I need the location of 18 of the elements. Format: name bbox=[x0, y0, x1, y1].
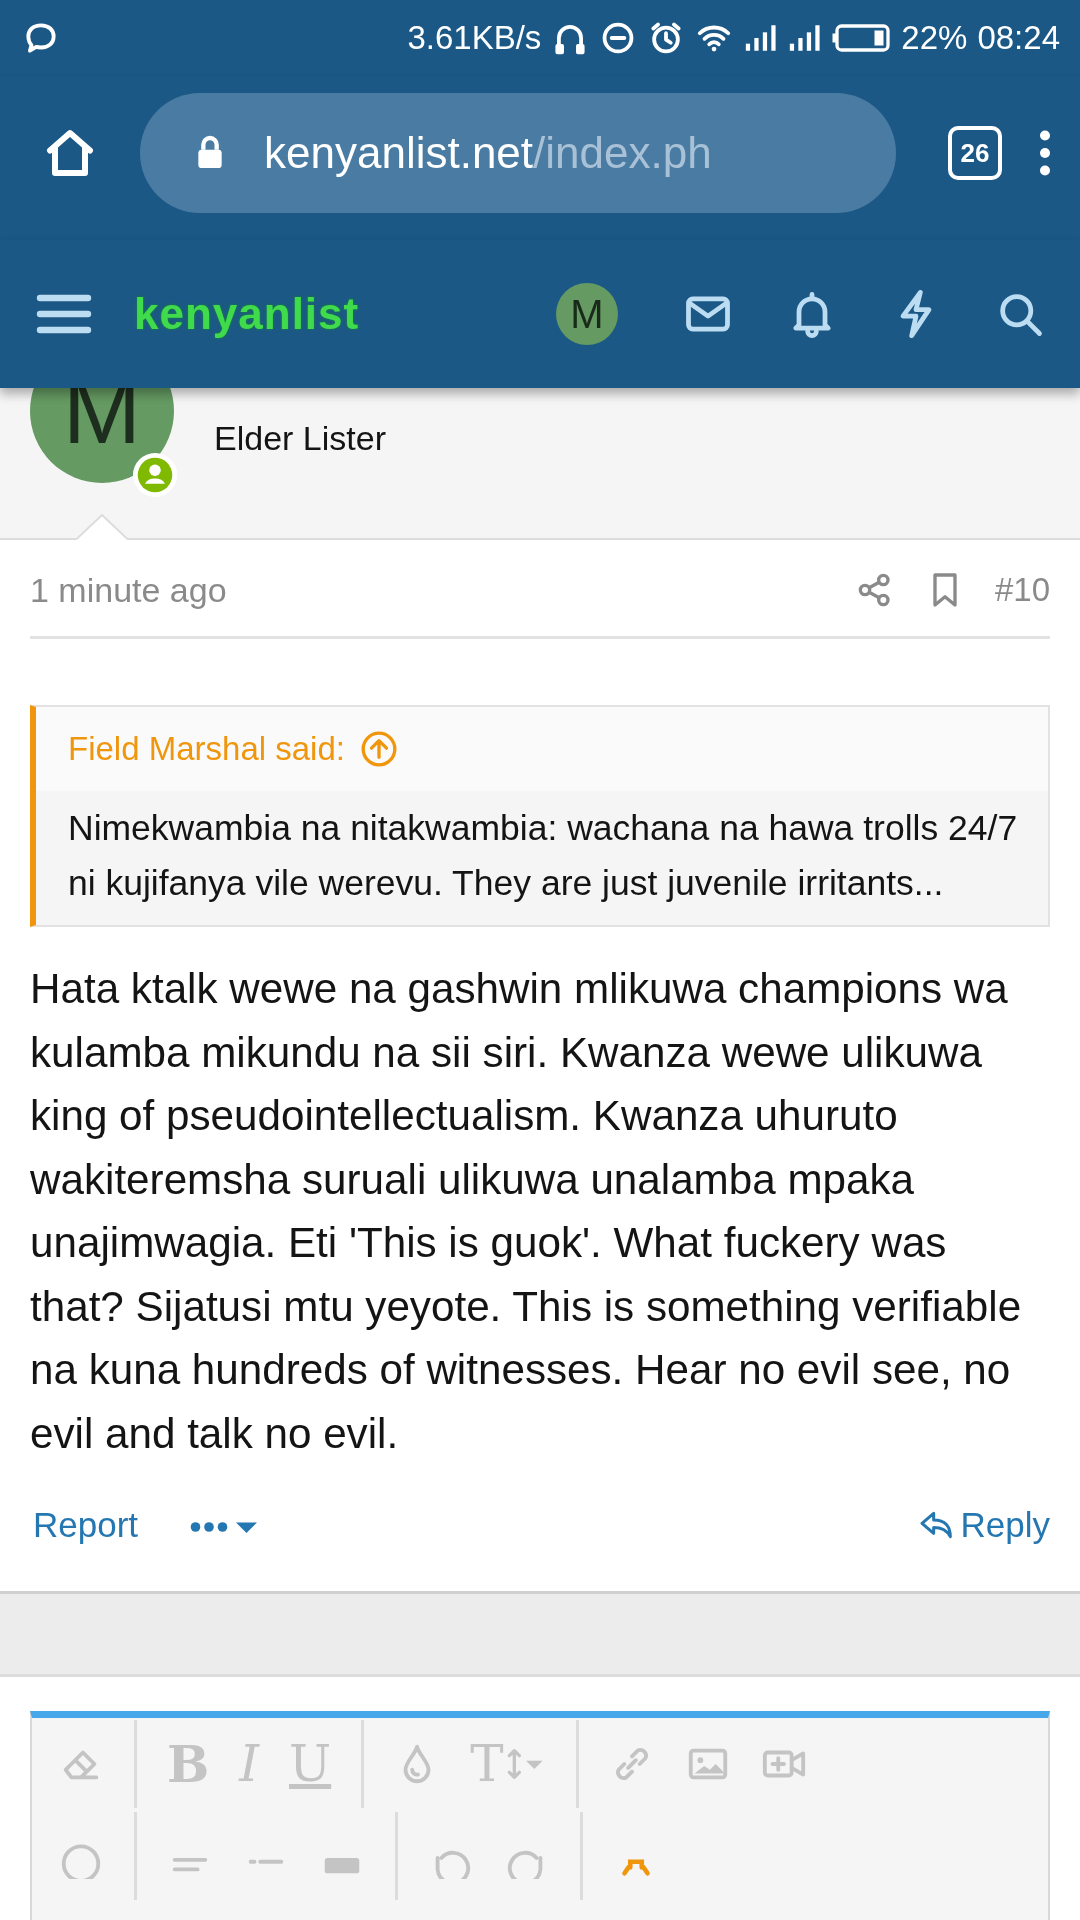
site-logo[interactable]: kenyanlist bbox=[134, 289, 360, 339]
report-link[interactable]: Report bbox=[33, 1505, 139, 1545]
network-speed: 3.61KB/s bbox=[407, 19, 542, 57]
address-bar[interactable]: kenyanlist.net/index.ph bbox=[140, 93, 896, 213]
battery-icon bbox=[831, 23, 892, 53]
url-text: kenyanlist.net/index.ph bbox=[264, 128, 712, 178]
user-title: Elder Lister bbox=[214, 419, 386, 458]
post-text: Hata ktalk wewe na gashwin mlikuwa champions wa kulamba mikundu na sii siri. Kwanza wewe ulikuwa king of pseudointellectualism. Kwanza uhuruto wakiteremsha suruali ulikuwa unalamba mpaka unajimwagia. Eti 'This is guok'. What fuckery was that? Sijatusi mtu yeyote. This is something verifiable na kuna hundreds of witnesses. Hear no evil see, no evil and talk no evil. bbox=[30, 964, 1023, 1459]
quote-author-link[interactable]: Field Marshal said: bbox=[68, 730, 345, 768]
more-options-icon[interactable] bbox=[1038, 128, 1052, 178]
battery-percent: 22% bbox=[901, 19, 968, 57]
post-time[interactable]: 1 minute ago bbox=[30, 570, 227, 610]
tab-count-button[interactable]: 26 bbox=[948, 126, 1002, 180]
user-avatar[interactable]: M bbox=[556, 283, 618, 345]
post-number-link[interactable]: #10 bbox=[994, 571, 1050, 609]
reply-link[interactable]: Reply bbox=[916, 1505, 1050, 1545]
quote-text: Nimekwambia na nitakwambia: wachana na hawa trolls 24/7 ni kujifanya vile werevu. They are just juvenile irritants... bbox=[67, 807, 1019, 905]
clock: 08:24 bbox=[977, 19, 1060, 57]
